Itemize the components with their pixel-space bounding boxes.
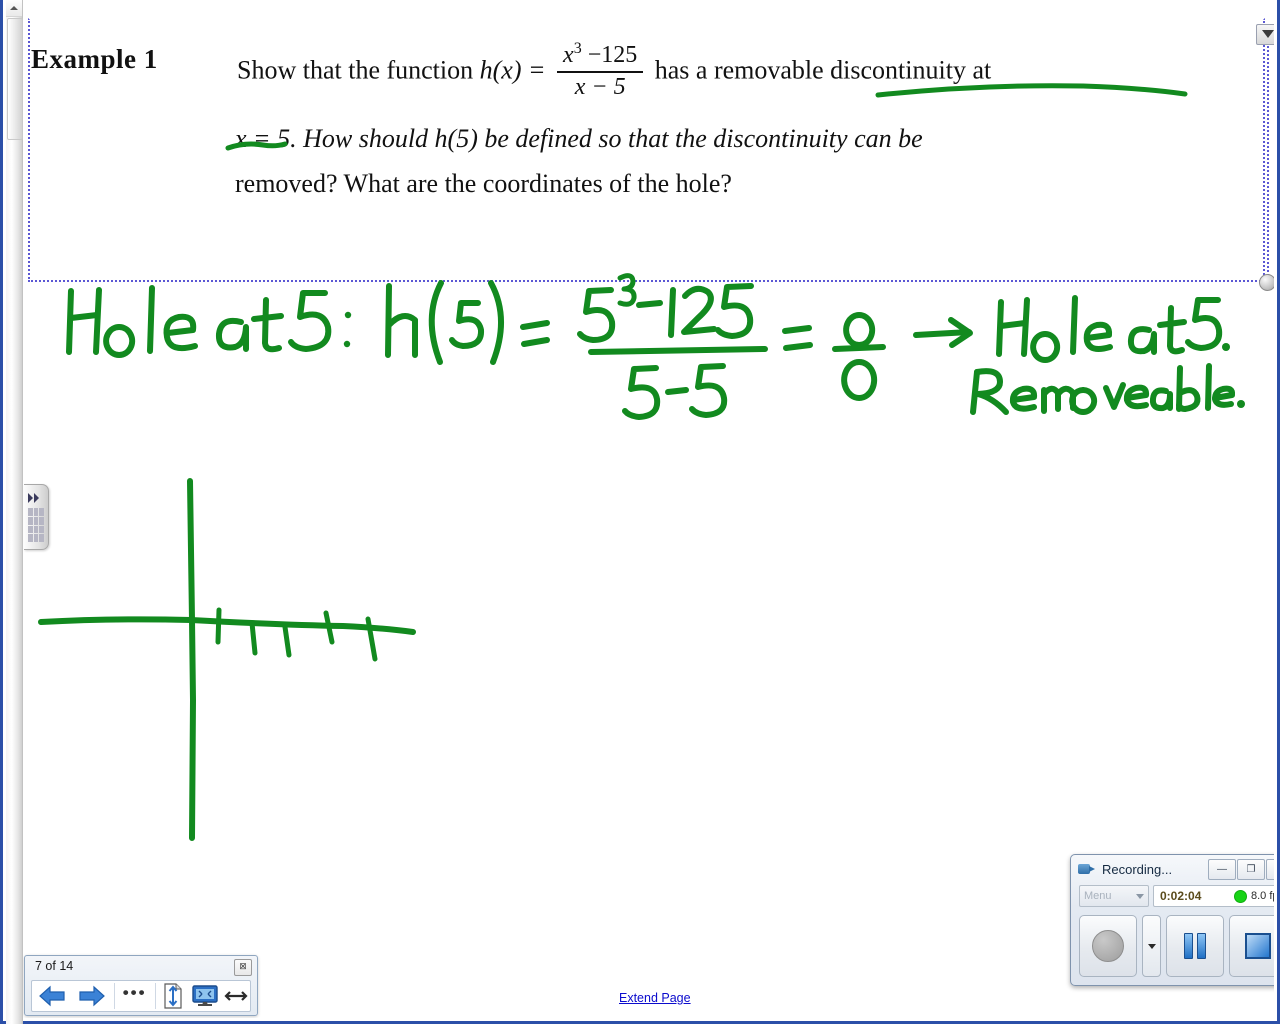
recorder-status-row: Menu 0:02:04 8.0 fps — [1079, 885, 1274, 909]
scrollbar-thumb[interactable] — [7, 18, 23, 140]
page-counter: 7 of 14 — [35, 959, 74, 973]
status-indicator-dot — [1233, 889, 1247, 903]
close-button[interactable]: ✕ — [1266, 858, 1274, 880]
fit-width-icon — [223, 991, 248, 1001]
record-options-dropdown[interactable] — [1142, 915, 1161, 977]
close-panel-button[interactable]: ⊠ — [234, 959, 252, 976]
vertical-scrollbar[interactable] — [6, 0, 23, 1024]
ink-underline-x5 — [225, 141, 288, 151]
fps-indicator: 8.0 fps — [1233, 889, 1274, 903]
pause-button[interactable] — [1166, 915, 1224, 977]
recorder-controls — [1079, 913, 1274, 979]
left-arrow-icon — [39, 985, 65, 1007]
recording-time: 0:02:04 — [1160, 889, 1202, 903]
stop-button[interactable] — [1229, 915, 1274, 977]
recorder-menu-dropdown[interactable]: Menu — [1079, 885, 1149, 907]
pause-icon — [1184, 933, 1206, 959]
fit-page-height-button[interactable] — [158, 981, 189, 1011]
video-camera-icon — [1078, 862, 1096, 876]
recorder-menu-label: Menu — [1084, 890, 1112, 902]
ink-graph-axes — [38, 478, 416, 841]
fit-to-screen-button[interactable] — [188, 981, 221, 1011]
scroll-up-button[interactable] — [6, 0, 22, 17]
grip-dots-icon — [28, 508, 44, 542]
fps-value: 8.0 fps — [1250, 890, 1274, 902]
recorder-title: Recording... — [1102, 861, 1173, 877]
stop-square-icon — [1245, 933, 1271, 959]
tool-flyout-tab[interactable] — [24, 484, 49, 550]
toolbar-divider — [154, 983, 156, 1009]
minimize-button[interactable]: — — [1208, 858, 1236, 880]
double-chevron-right-icon — [28, 493, 44, 503]
recorder-titlebar[interactable]: Recording... — ❐ ✕ — [1074, 857, 1274, 881]
recorder-status-display: 0:02:04 8.0 fps — [1153, 885, 1274, 907]
fit-width-button[interactable] — [221, 981, 250, 1011]
right-arrow-icon — [79, 985, 105, 1007]
toolbar-divider — [113, 983, 115, 1009]
previous-page-button[interactable] — [32, 981, 72, 1011]
up-arrow-icon — [10, 6, 18, 10]
restore-button[interactable]: ❐ — [1237, 858, 1265, 880]
page-navigator-panel[interactable]: 7 of 14 ⊠ ••• — [24, 955, 258, 1016]
ink-underline-removable — [875, 83, 1188, 98]
record-button[interactable] — [1079, 915, 1137, 977]
fit-to-screen-icon — [192, 985, 218, 1006]
record-circle-icon — [1092, 930, 1124, 962]
chevron-down-icon — [1136, 893, 1144, 899]
page-navigator-toolbar: ••• — [31, 980, 251, 1012]
more-pages-button[interactable]: ••• — [117, 978, 153, 1014]
fit-page-height-icon — [164, 983, 182, 1009]
whiteboard-canvas[interactable]: Example 1 Show that the function h(x) = … — [23, 0, 1274, 1018]
screen-recorder-window[interactable]: Recording... — ❐ ✕ Menu 0:02:04 8.0 fps — [1070, 854, 1274, 986]
application-window: Example 1 Show that the function h(x) = … — [0, 0, 1280, 1024]
extend-page-link[interactable]: Extend Page — [619, 991, 691, 1005]
chevron-down-icon — [1147, 943, 1156, 949]
next-page-button[interactable] — [72, 981, 112, 1011]
